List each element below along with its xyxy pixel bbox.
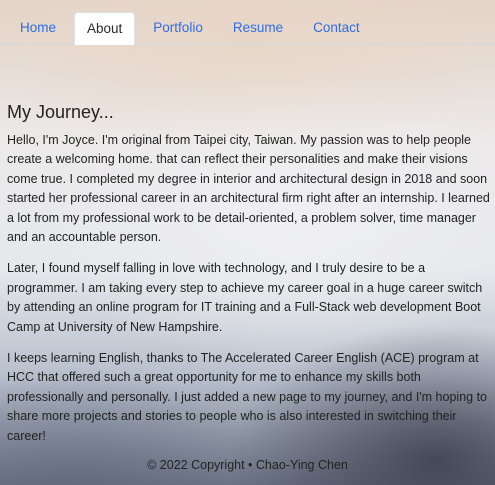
english-paragraph: I keeps learning English, thanks to The … <box>7 351 487 443</box>
tab-home[interactable]: Home <box>8 12 68 44</box>
nav-tabs: Home About Portfolio Resume Contact <box>0 12 495 45</box>
page-title: My Journey... <box>7 102 114 122</box>
tab-contact[interactable]: Contact <box>301 12 372 44</box>
footer-copyright: © 2022 Copyright • Chao-Ying Chen <box>147 458 348 472</box>
about-section: My Journey... Hello, I'm Joyce. I'm orig… <box>7 102 493 458</box>
tab-about[interactable]: About <box>74 12 136 45</box>
intro-paragraph: Hello, I'm Joyce. I'm original from Taip… <box>7 133 490 245</box>
tab-portfolio[interactable]: Portfolio <box>141 12 215 44</box>
top-nav: Home About Portfolio Resume Contact <box>0 12 495 45</box>
career-change-paragraph: Later, I found myself falling in love wi… <box>7 261 483 334</box>
tab-resume[interactable]: Resume <box>221 12 295 44</box>
